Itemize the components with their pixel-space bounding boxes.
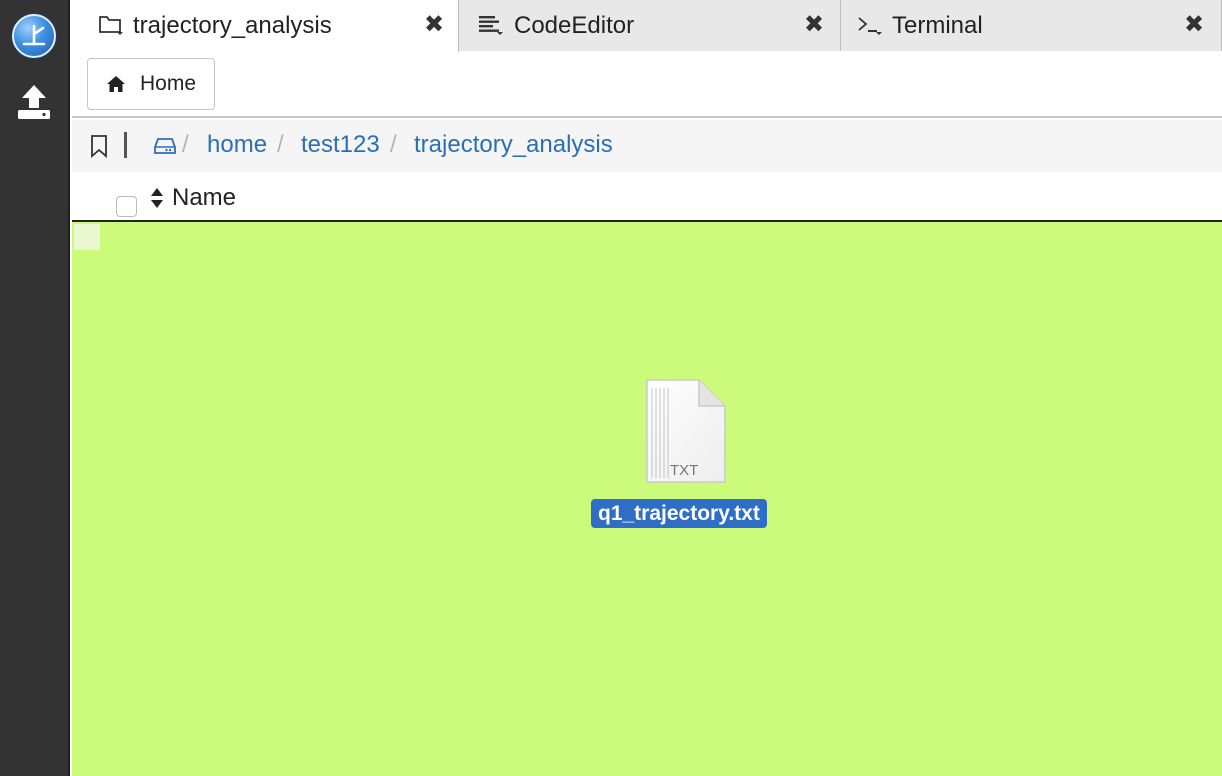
breadcrumb-separator: / [277, 131, 284, 158]
home-button[interactable]: Home [87, 58, 215, 110]
file-list-area[interactable]: TXT q1_trajectory.txt [72, 222, 1222, 776]
terminal-icon [858, 17, 882, 35]
breadcrumb-item-trajectory-analysis[interactable]: trajectory_analysis [414, 131, 613, 159]
folder-icon [99, 16, 123, 35]
breadcrumb-separator: / [182, 131, 189, 158]
upload-icon [18, 85, 50, 119]
select-all-checkbox[interactable] [116, 196, 137, 217]
file-type-label: TXT [670, 462, 698, 479]
column-name-header[interactable]: Name [172, 184, 236, 212]
home-label: Home [140, 72, 197, 95]
sort-icon[interactable] [150, 187, 164, 209]
main-panel: trajectory_analysis ✖ CodeEditor ✖ Termi… [72, 0, 1222, 776]
tab-label: CodeEditor [514, 12, 635, 39]
upload-button[interactable] [15, 82, 53, 122]
tab-label: trajectory_analysis [133, 12, 332, 39]
sidebar [0, 0, 70, 776]
bookmark-icon[interactable] [90, 134, 108, 158]
tab-code-editor[interactable]: CodeEditor ✖ [459, 0, 841, 51]
tab-close-icon[interactable]: ✖ [423, 13, 445, 37]
tab-close-icon[interactable]: ✖ [1183, 13, 1205, 37]
tab-close-icon[interactable]: ✖ [803, 13, 825, 37]
tab-trajectory-analysis[interactable]: trajectory_analysis ✖ [72, 0, 459, 52]
breadcrumb-separator: / [390, 131, 397, 158]
app-window: trajectory_analysis ✖ CodeEditor ✖ Termi… [0, 0, 1222, 776]
drive-icon[interactable] [153, 137, 177, 155]
toolbar: Home [72, 52, 1222, 118]
file-name-label: q1_trajectory.txt [591, 499, 767, 528]
home-icon [107, 76, 125, 92]
corner-cell [74, 224, 100, 250]
breadcrumb-item-test123[interactable]: test123 [301, 131, 380, 159]
app-logo-icon[interactable] [12, 14, 56, 58]
code-editor-icon [479, 16, 503, 35]
column-header: Name [72, 172, 1222, 222]
tab-label: Terminal [892, 12, 983, 39]
breadcrumb-item-home[interactable]: home [207, 131, 267, 159]
file-item[interactable]: TXT q1_trajectory.txt [590, 378, 780, 532]
tab-terminal[interactable]: Terminal ✖ [841, 0, 1222, 51]
text-file-icon: TXT [646, 379, 726, 483]
tab-bar: trajectory_analysis ✖ CodeEditor ✖ Termi… [72, 0, 1222, 52]
breadcrumb-divider [124, 132, 127, 158]
breadcrumb: / home / test123 / trajectory_analysis [72, 120, 1222, 172]
